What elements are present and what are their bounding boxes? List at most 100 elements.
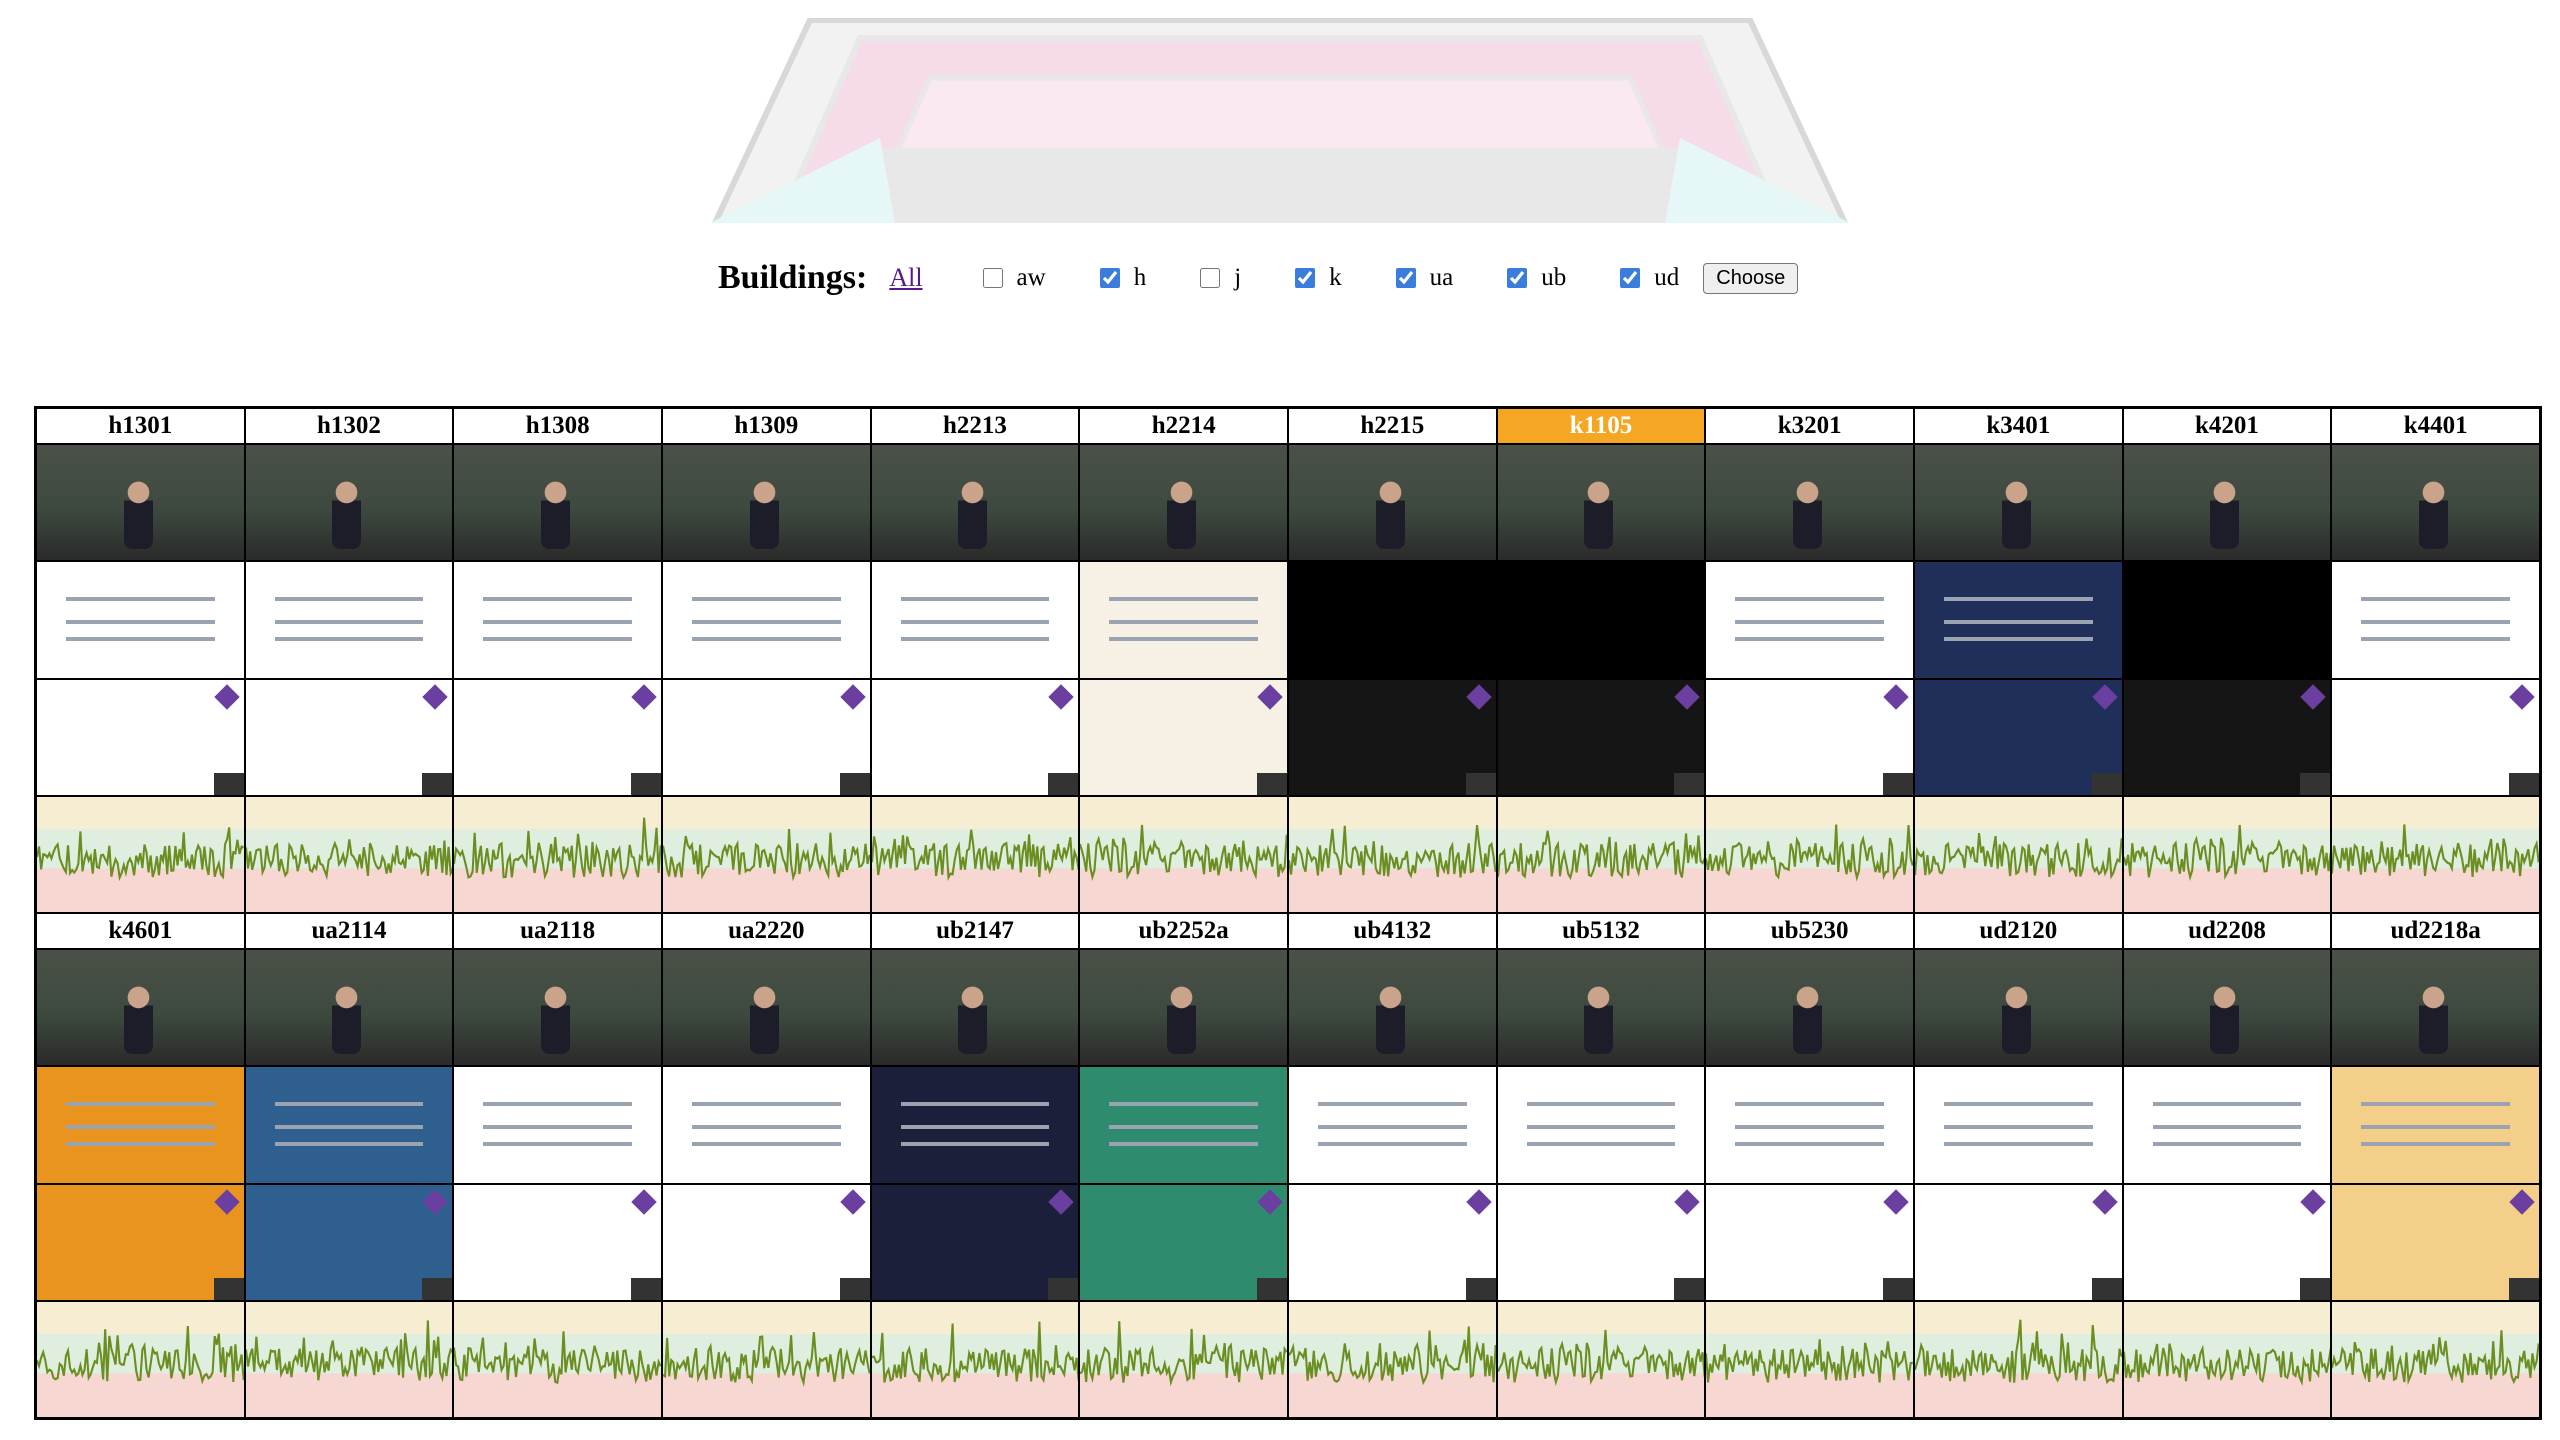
- mixed-stream-feed[interactable]: [1289, 679, 1496, 795]
- building-option-ud[interactable]: ud: [1620, 264, 1679, 292]
- mixed-stream-feed[interactable]: [2332, 1184, 2539, 1300]
- slide-feed[interactable]: [2332, 1067, 2539, 1183]
- room-tile-k3401[interactable]: k3401: [1914, 408, 2123, 913]
- slide-feed[interactable]: [663, 562, 870, 678]
- slide-feed[interactable]: [454, 562, 661, 678]
- building-option-ub[interactable]: ub: [1507, 264, 1566, 292]
- room-tile-h1302[interactable]: h1302: [244, 408, 454, 913]
- camera-feed[interactable]: [1706, 950, 1913, 1066]
- room-tile-ud2218a[interactable]: ud2218a: [2331, 913, 2540, 1418]
- mixed-stream-feed[interactable]: [1289, 1184, 1496, 1300]
- building-option-ua[interactable]: ua: [1395, 264, 1453, 292]
- slide-feed[interactable]: [37, 1067, 244, 1183]
- mixed-stream-feed[interactable]: [1080, 679, 1287, 795]
- camera-feed[interactable]: [1289, 950, 1496, 1066]
- mixed-stream-feed[interactable]: [2123, 679, 2331, 795]
- mixed-stream-feed[interactable]: [871, 1184, 1079, 1300]
- building-checkbox-aw[interactable]: [982, 268, 1003, 288]
- building-checkbox-k[interactable]: [1295, 268, 1316, 288]
- mixed-stream-feed[interactable]: [245, 679, 453, 795]
- mixed-stream-feed[interactable]: [1706, 1184, 1913, 1300]
- mixed-stream-feed[interactable]: [2332, 679, 2539, 795]
- room-name[interactable]: ub2252a: [1080, 914, 1287, 948]
- mixed-stream-feed[interactable]: [663, 679, 870, 795]
- mixed-stream-feed[interactable]: [1915, 679, 2122, 795]
- room-name[interactable]: ua2118: [454, 914, 661, 948]
- camera-feed[interactable]: [871, 445, 1079, 561]
- slide-feed[interactable]: [2332, 562, 2539, 678]
- room-tile-h1301[interactable]: h1301: [36, 408, 245, 913]
- camera-feed[interactable]: [454, 950, 661, 1066]
- room-name[interactable]: k4201: [2123, 409, 2331, 443]
- mixed-stream-feed[interactable]: [663, 1184, 870, 1300]
- room-name[interactable]: ud2208: [2123, 914, 2331, 948]
- room-tile-ub5132[interactable]: ub5132: [1496, 913, 1706, 1418]
- camera-feed[interactable]: [663, 950, 870, 1066]
- slide-feed[interactable]: [1915, 1067, 2122, 1183]
- all-buildings-link[interactable]: All: [889, 263, 922, 293]
- building-checkbox-j[interactable]: [1200, 268, 1221, 288]
- slide-feed[interactable]: [1289, 1067, 1496, 1183]
- camera-feed[interactable]: [2332, 950, 2539, 1066]
- room-tile-h1308[interactable]: h1308: [453, 408, 662, 913]
- camera-feed[interactable]: [1080, 950, 1287, 1066]
- mixed-stream-feed[interactable]: [37, 1184, 244, 1300]
- building-checkbox-h[interactable]: [1099, 268, 1120, 288]
- camera-feed[interactable]: [1080, 445, 1287, 561]
- room-tile-ud2208[interactable]: ud2208: [2122, 913, 2332, 1418]
- mixed-stream-feed[interactable]: [454, 1184, 661, 1300]
- room-tile-ud2120[interactable]: ud2120: [1914, 913, 2123, 1418]
- room-name[interactable]: k3401: [1915, 409, 2122, 443]
- camera-feed[interactable]: [1289, 445, 1496, 561]
- room-tile-ua2220[interactable]: ua2220: [662, 913, 871, 1418]
- room-name[interactable]: h1301: [37, 409, 244, 443]
- slide-feed[interactable]: [2123, 562, 2331, 678]
- slide-feed[interactable]: [2123, 1067, 2331, 1183]
- room-tile-h1309[interactable]: h1309: [662, 408, 871, 913]
- mixed-stream-feed[interactable]: [37, 679, 244, 795]
- camera-feed[interactable]: [663, 445, 870, 561]
- camera-feed[interactable]: [2332, 445, 2539, 561]
- mixed-stream-feed[interactable]: [1706, 679, 1913, 795]
- room-name[interactable]: h1308: [454, 409, 661, 443]
- camera-feed[interactable]: [454, 445, 661, 561]
- camera-feed[interactable]: [1497, 950, 1705, 1066]
- room-tile-ua2114[interactable]: ua2114: [244, 913, 454, 1418]
- building-checkbox-ua[interactable]: [1395, 268, 1416, 288]
- building-option-k[interactable]: k: [1295, 264, 1342, 292]
- room-name[interactable]: ub4132: [1289, 914, 1496, 948]
- room-tile-k3201[interactable]: k3201: [1705, 408, 1914, 913]
- room-tile-ub2252a[interactable]: ub2252a: [1079, 913, 1288, 1418]
- camera-feed[interactable]: [1497, 445, 1705, 561]
- slide-feed[interactable]: [871, 562, 1079, 678]
- room-name[interactable]: ud2120: [1915, 914, 2122, 948]
- building-checkbox-ub[interactable]: [1507, 268, 1528, 288]
- slide-feed[interactable]: [871, 1067, 1079, 1183]
- room-name[interactable]: ud2218a: [2332, 914, 2539, 948]
- room-name[interactable]: ub5132: [1497, 914, 1705, 948]
- slide-feed[interactable]: [663, 1067, 870, 1183]
- camera-feed[interactable]: [1915, 950, 2122, 1066]
- room-name[interactable]: h2214: [1080, 409, 1287, 443]
- slide-feed[interactable]: [245, 1067, 453, 1183]
- building-checkbox-ud[interactable]: [1620, 268, 1641, 288]
- room-name[interactable]: ub2147: [871, 914, 1079, 948]
- mixed-stream-feed[interactable]: [1915, 1184, 2122, 1300]
- slide-feed[interactable]: [1915, 562, 2122, 678]
- slide-feed[interactable]: [1497, 562, 1705, 678]
- choose-button[interactable]: Choose: [1703, 262, 1799, 294]
- room-name[interactable]: h1302: [245, 409, 453, 443]
- slide-feed[interactable]: [1706, 1067, 1913, 1183]
- camera-feed[interactable]: [1915, 445, 2122, 561]
- slide-feed[interactable]: [37, 562, 244, 678]
- building-option-j[interactable]: j: [1200, 264, 1241, 292]
- room-tile-k4401[interactable]: k4401: [2331, 408, 2540, 913]
- slide-feed[interactable]: [1706, 562, 1913, 678]
- room-tile-k4201[interactable]: k4201: [2122, 408, 2332, 913]
- building-option-h[interactable]: h: [1099, 264, 1146, 292]
- room-name[interactable]: k4401: [2332, 409, 2539, 443]
- camera-feed[interactable]: [2123, 950, 2331, 1066]
- room-tile-k4601[interactable]: k4601: [36, 913, 245, 1418]
- camera-feed[interactable]: [1706, 445, 1913, 561]
- building-option-aw[interactable]: aw: [982, 264, 1046, 292]
